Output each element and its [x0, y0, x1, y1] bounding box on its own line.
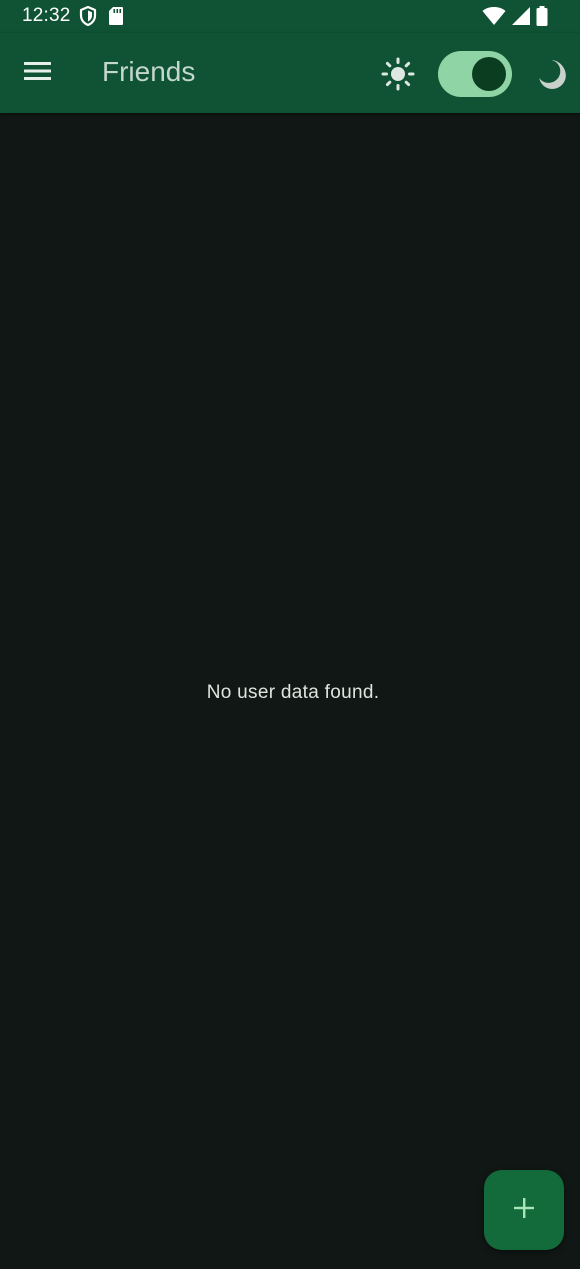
dark-mode-toggle[interactable] [438, 51, 512, 97]
page-title: Friends [102, 56, 196, 87]
status-time: 12:32 [22, 5, 71, 26]
status-right-icons [482, 6, 548, 31]
status-bar: 12:32 [0, 0, 580, 33]
top-app-bar: Friends [0, 33, 580, 113]
status-left-icons [79, 5, 124, 31]
toggle-thumb [472, 57, 506, 91]
sd-card-icon [108, 6, 124, 31]
cell-signal-icon [511, 6, 531, 31]
battery-icon [536, 6, 548, 31]
moon-icon[interactable] [536, 57, 570, 91]
empty-state-message: No user data found. [206, 682, 380, 703]
wifi-icon [482, 6, 506, 31]
hamburger-menu-icon [24, 61, 52, 86]
shield-icon [79, 5, 97, 31]
sun-icon[interactable] [380, 56, 416, 92]
menu-button[interactable] [14, 49, 62, 97]
plus-icon [512, 1196, 536, 1225]
add-friend-button[interactable] [484, 1170, 564, 1250]
